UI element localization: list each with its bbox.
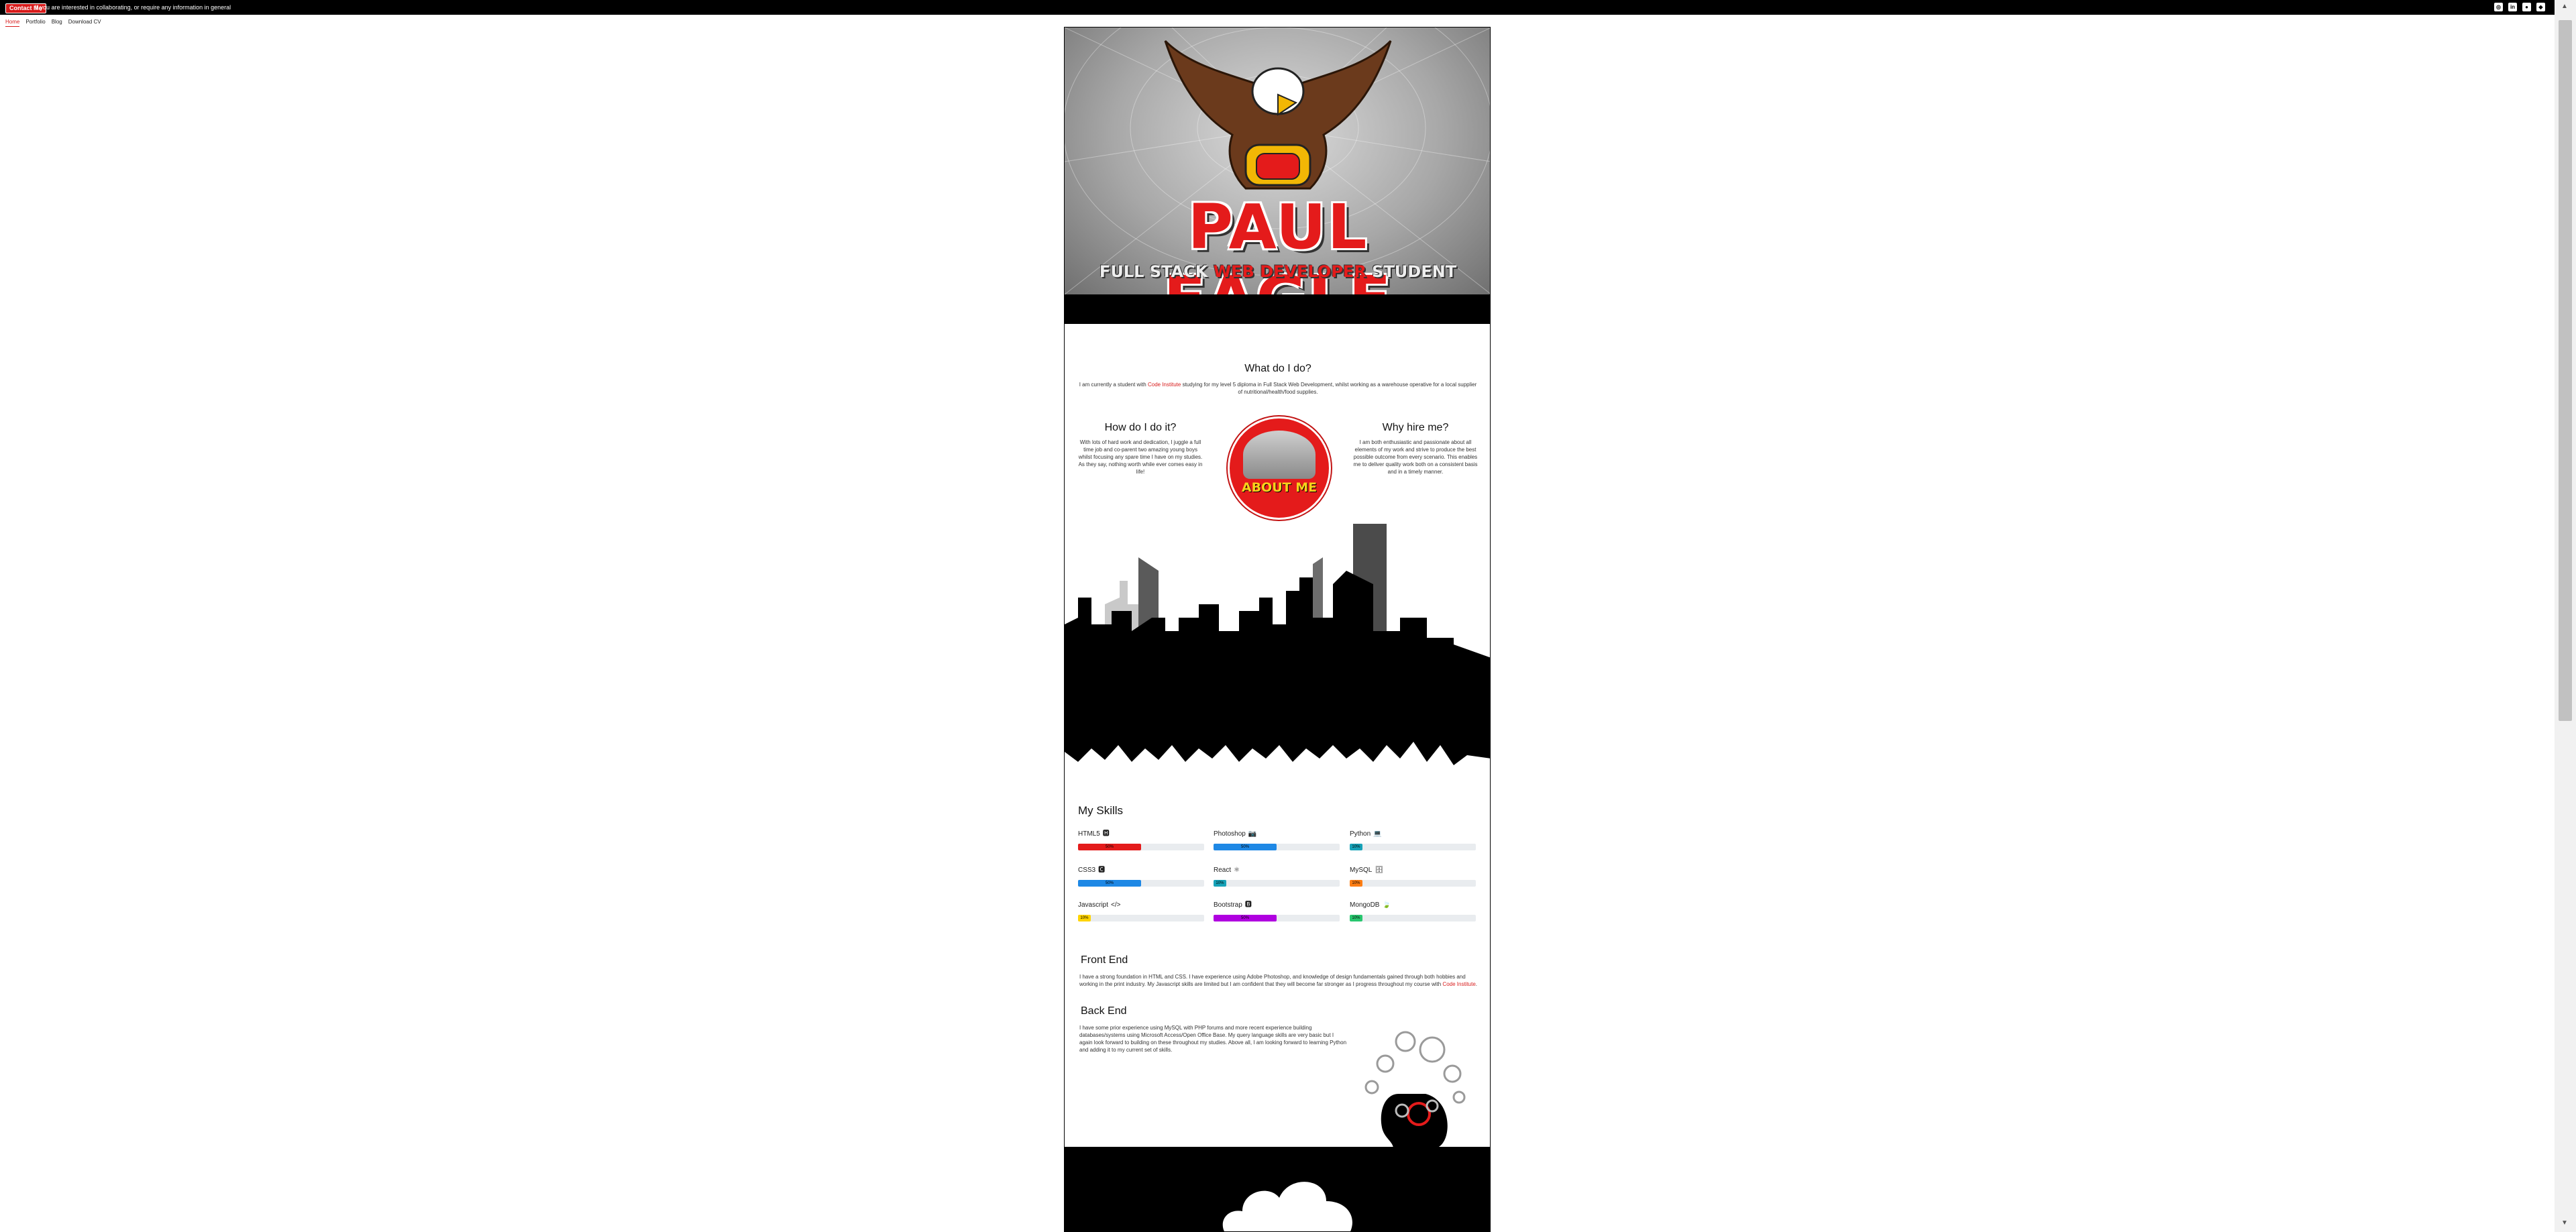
skill-python: Python 💻 10% (1350, 830, 1476, 850)
skill-label: MongoDB (1350, 901, 1380, 909)
skill-progress-fill: 10% (1350, 880, 1362, 887)
skill-progress-fill: 10% (1350, 844, 1362, 850)
why-title: Why hire me? (1382, 422, 1449, 433)
hero-subtitle: FULL STACK WEB DEVELOPER STUDENT (1065, 262, 1490, 281)
top-bar-message: If you are interested in collaborating, … (35, 4, 231, 11)
skill-name: MongoDB 🍃 (1350, 901, 1476, 910)
skill-label: Javascript (1078, 901, 1109, 909)
skill-label: Photoshop (1214, 830, 1246, 838)
social-links: ◎ in ● ◆ (2494, 3, 2545, 11)
skill-progress-fill: 50% (1078, 880, 1141, 887)
linkedin-icon[interactable]: in (2508, 3, 2517, 11)
nav-blog[interactable]: Blog (52, 18, 62, 27)
skill-photoshop: Photoshop 📷 50% (1214, 830, 1340, 850)
what-title: What do I do? (1244, 363, 1311, 374)
scroll-down-arrow-icon[interactable]: ▼ (2561, 1219, 2568, 1227)
skill-progress-track: 50% (1214, 915, 1340, 921)
skill-label: Python (1350, 830, 1371, 838)
how-text: With lots of hard work and dedication, I… (1078, 439, 1203, 475)
about-me-button[interactable]: ABOUT ME (1228, 416, 1331, 520)
nav-home[interactable]: Home (5, 18, 20, 27)
cloud-image (1222, 1182, 1352, 1231)
code-institute-link-2[interactable]: Code Institute (1442, 981, 1475, 987)
about-photo (1243, 431, 1316, 479)
front-end-text-after: . (1475, 981, 1478, 987)
skill-progress-fill: 10% (1350, 915, 1362, 921)
city-skyline-image (1065, 524, 1490, 765)
skill-name: Bootstrap 🅱 (1214, 901, 1340, 910)
skill-name: Python 💻 (1350, 830, 1476, 839)
hero-bottom-band (1065, 294, 1490, 324)
page-scrollbar[interactable]: ▲ ▼ (2555, 0, 2576, 1232)
github-icon[interactable]: ● (2522, 3, 2531, 11)
subtitle-part-3: STUDENT (1366, 262, 1457, 281)
skill-label: HTML5 (1078, 830, 1100, 838)
react-icon: ⚛ (1234, 866, 1240, 874)
skills-title: My Skills (1078, 804, 1124, 817)
what-text-before: I am currently a student with (1079, 382, 1148, 388)
back-end-title: Back End (1081, 1005, 1127, 1017)
top-bar: Contact Me If you are interested in coll… (0, 0, 2555, 15)
back-end-text: I have some prior experience using MySQL… (1079, 1025, 1347, 1053)
code-icon: </> (1111, 901, 1121, 909)
skill-progress-track: 10% (1078, 915, 1204, 921)
skill-progress-track: 50% (1078, 880, 1204, 887)
front-end-text: I have a strong foundation in HTML and C… (1079, 973, 1482, 988)
laptop-icon: 💻 (1373, 830, 1382, 838)
skill-label: Bootstrap (1214, 901, 1242, 909)
skill-progress-fill: 10% (1214, 880, 1226, 887)
instagram-icon[interactable]: ◎ (2494, 3, 2503, 11)
what-text: I am currently a student with Code Insti… (1077, 381, 1479, 396)
skill-progress-track: 10% (1350, 915, 1476, 921)
skill-mysql: MySQL 🗄 10% (1350, 866, 1476, 887)
scrollbar-thumb[interactable] (2559, 20, 2572, 721)
why-text: I am both enthusiastic and passionate ab… (1353, 439, 1478, 475)
skill-react: React ⚛ 10% (1214, 866, 1340, 887)
how-title: How do I do it? (1104, 422, 1177, 433)
html5-icon: 🅷 (1102, 830, 1110, 838)
skill-bootstrap: Bootstrap 🅱 50% (1214, 901, 1340, 921)
skill-progress-fill: 10% (1078, 915, 1091, 921)
skill-progress-track: 10% (1214, 880, 1340, 887)
front-end-title: Front End (1081, 954, 1128, 966)
bootstrap-icon: 🅱 (1244, 901, 1252, 909)
skill-name: React ⚛ (1214, 866, 1340, 875)
codepen-icon[interactable]: ◆ (2536, 3, 2545, 11)
scroll-up-arrow-icon[interactable]: ▲ (2561, 3, 2568, 10)
skill-name: Javascript </> (1078, 901, 1204, 910)
skill-progress-track: 50% (1078, 844, 1204, 850)
skill-progress-track: 10% (1350, 880, 1476, 887)
skill-progress-fill: 50% (1214, 844, 1277, 850)
page-container: PAUL EAGLE FULL STACK WEB DEVELOPER STUD… (1064, 27, 1491, 1232)
leaf-icon: 🍃 (1382, 901, 1391, 909)
skill-name: CSS3 🅲 (1078, 866, 1204, 875)
skill-name: MySQL 🗄 (1350, 866, 1476, 875)
hero-banner: PAUL EAGLE FULL STACK WEB DEVELOPER STUD… (1065, 27, 1490, 294)
camera-icon: 📷 (1248, 830, 1257, 838)
skill-css3: CSS3 🅲 50% (1078, 866, 1204, 887)
skill-mongodb: MongoDB 🍃 10% (1350, 901, 1476, 921)
skill-progress-fill: 50% (1078, 844, 1141, 850)
skill-progress-track: 10% (1350, 844, 1476, 850)
front-end-text-before: I have a strong foundation in HTML and C… (1079, 974, 1466, 987)
css3-icon: 🅲 (1098, 866, 1106, 874)
nav-portfolio[interactable]: Portfolio (25, 18, 45, 27)
what-text-after: studying for my level 5 diploma in Full … (1181, 382, 1477, 395)
skill-progress-fill: 50% (1214, 915, 1277, 921)
subtitle-part-1: FULL STACK (1099, 262, 1214, 281)
skill-label: MySQL (1350, 866, 1373, 874)
database-icon: 🗄 (1375, 866, 1384, 874)
skill-name: Photoshop 📷 (1214, 830, 1340, 839)
about-me-label: ABOUT ME (1241, 480, 1318, 495)
skill-progress-track: 50% (1214, 844, 1340, 850)
skill-html5: HTML5 🅷 50% (1078, 830, 1204, 850)
main-nav: Home Portfolio Blog Download CV (5, 18, 101, 27)
skill-javascript: Javascript </> 10% (1078, 901, 1204, 921)
subtitle-part-2: WEB DEVELOPER (1213, 262, 1366, 281)
skill-name: HTML5 🅷 (1078, 830, 1204, 839)
code-institute-link[interactable]: Code Institute (1148, 382, 1181, 388)
nav-download-cv[interactable]: Download CV (68, 18, 101, 27)
skill-label: CSS3 (1078, 866, 1096, 874)
skill-label: React (1214, 866, 1232, 874)
